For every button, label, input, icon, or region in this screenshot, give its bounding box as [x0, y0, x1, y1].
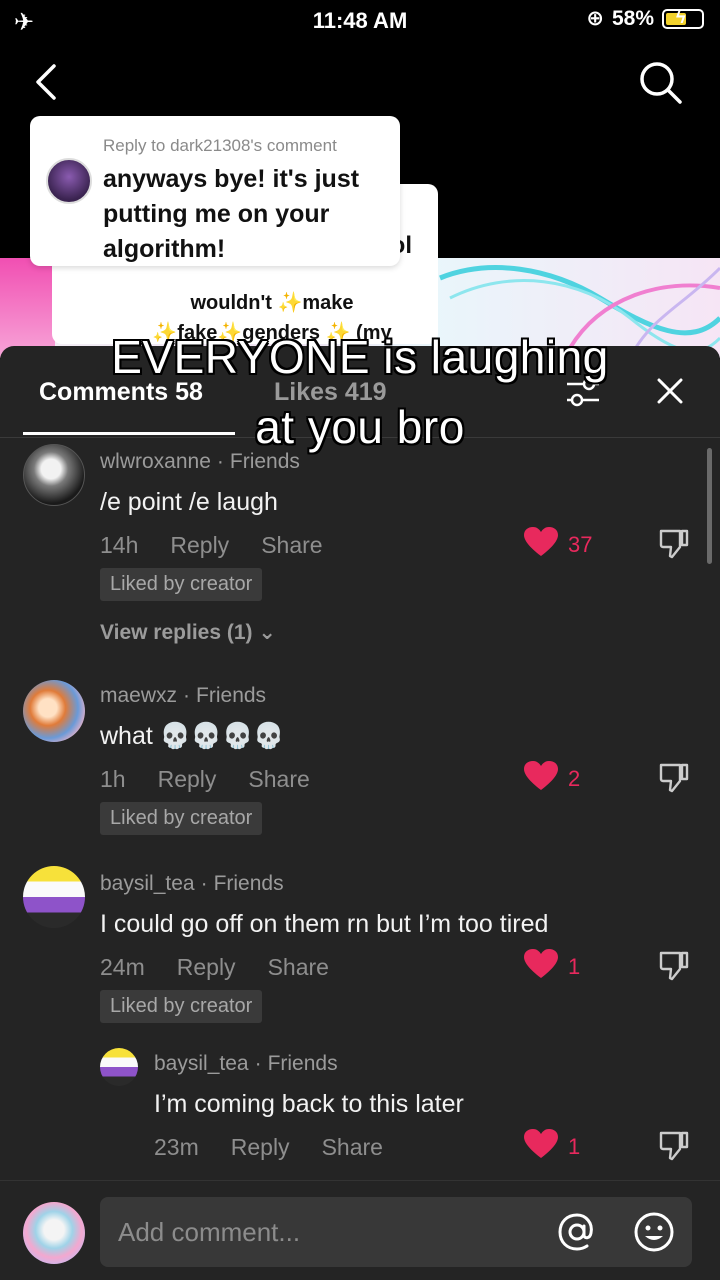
battery-icon: ϟ — [662, 6, 704, 29]
like-count: 37 — [568, 532, 593, 557]
username[interactable]: baysil_tea — [100, 872, 195, 895]
status-time: 11:48 AM — [312, 8, 408, 33]
reply-button[interactable]: Reply — [177, 954, 236, 981]
dislike-icon[interactable] — [658, 762, 690, 794]
liked-by-creator-badge: Liked by creator — [100, 990, 263, 1023]
search-icon[interactable] — [636, 58, 684, 106]
status-right: ⊕ 58% ϟ — [586, 6, 704, 31]
heart-icon[interactable] — [523, 1128, 559, 1160]
like-count: 1 — [568, 954, 581, 979]
liked-by-creator-badge: Liked by creator — [100, 802, 263, 835]
chevron-down-icon: ⌄ — [258, 621, 276, 644]
reply-avatar — [46, 158, 92, 204]
heart-icon[interactable] — [523, 948, 559, 980]
liked-by-creator-badge: Liked by creator — [100, 568, 263, 601]
comment-input-bar — [0, 1180, 720, 1280]
comment-input[interactable] — [118, 1197, 538, 1267]
reply-button[interactable]: Reply — [170, 532, 229, 559]
share-button[interactable]: Share — [322, 1134, 383, 1161]
heart-icon[interactable] — [523, 526, 559, 558]
comment-time: 24m — [100, 954, 145, 980]
reply-sticker[interactable]: Reply to dark21308's comment anyways bye… — [30, 116, 400, 266]
orientation-lock-icon: ⊕ — [586, 7, 604, 30]
comment-meta: 1h Reply Share — [100, 766, 310, 793]
comment-meta: 24m Reply Share — [100, 954, 329, 981]
comment-username[interactable]: baysil_tea · Friends — [154, 1052, 338, 1076]
mention-icon[interactable] — [556, 1211, 598, 1253]
emoji-icon[interactable] — [633, 1211, 675, 1253]
heart-icon[interactable] — [523, 760, 559, 792]
airplane-icon: ✈ — [14, 9, 35, 36]
comment-time: 23m — [154, 1134, 199, 1160]
share-button[interactable]: Share — [268, 954, 329, 981]
comment-username[interactable]: baysil_tea · Friends — [100, 872, 284, 896]
like-count: 2 — [568, 766, 581, 791]
comment-input-box[interactable] — [100, 1197, 692, 1267]
dislike-icon[interactable] — [658, 528, 690, 560]
view-replies-label: View replies (1) — [100, 621, 253, 644]
reply-button[interactable]: Reply — [158, 766, 217, 793]
scrollbar[interactable] — [707, 448, 712, 564]
video-caption-line2: at you bro — [255, 401, 465, 453]
comment-meta: 14h Reply Share — [100, 532, 323, 559]
comment-text: I’m coming back to this later — [154, 1090, 464, 1118]
charging-bolt-icon: ϟ — [676, 6, 686, 27]
username[interactable]: baysil_tea — [154, 1052, 249, 1075]
comment-text: /e point /e laugh — [100, 488, 278, 516]
comment-username[interactable]: maewxz · Friends — [100, 684, 266, 708]
reply-message: anyways bye! it's just putting me on you… — [103, 165, 360, 263]
comment-text: I could go off on them rn but I’m too ti… — [100, 910, 549, 938]
back-icon[interactable] — [28, 62, 68, 102]
dislike-icon[interactable] — [658, 1130, 690, 1162]
status-bar: ✈ 11:48 AM ⊕ 58% ϟ — [0, 0, 720, 42]
share-button[interactable]: Share — [248, 766, 309, 793]
commenter-avatar[interactable] — [23, 680, 85, 742]
my-avatar[interactable] — [23, 1202, 85, 1264]
like-count: 1 — [568, 1134, 581, 1159]
comment-text: what 💀💀💀💀 — [100, 722, 285, 750]
reply-header: Reply to dark21308's comment — [103, 136, 337, 155]
comment-meta: 23m Reply Share — [154, 1134, 383, 1161]
relation-label: Friends — [267, 1052, 338, 1075]
reply-button[interactable]: Reply — [231, 1134, 290, 1161]
commenter-avatar[interactable] — [23, 866, 85, 928]
comment-time: 1h — [100, 766, 126, 792]
video-caption-line1: EVERYONE is laughing — [111, 331, 609, 383]
share-button[interactable]: Share — [261, 532, 322, 559]
dislike-icon[interactable] — [658, 950, 690, 982]
comment-time: 14h — [100, 532, 139, 558]
relation-label: Friends — [213, 872, 284, 895]
view-replies-button[interactable]: View replies (1) ⌄ — [100, 620, 276, 645]
commenter-avatar[interactable] — [100, 1048, 138, 1086]
username[interactable]: maewxz — [100, 684, 177, 707]
relation-label: Friends — [196, 684, 267, 707]
battery-percent: 58% — [611, 6, 654, 30]
